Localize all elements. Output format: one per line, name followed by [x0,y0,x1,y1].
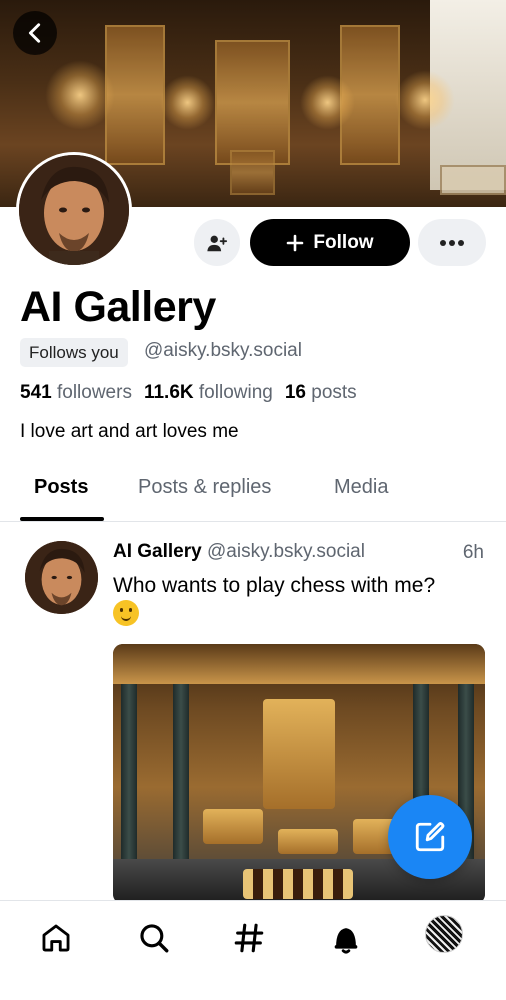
profile-tabs: Posts Posts & replies Media [0,462,506,522]
post-author-handle[interactable]: @aisky.bsky.social [207,541,365,562]
display-name: AI Gallery [20,283,216,331]
posts-count: 16 [284,382,306,403]
post-text: Who wants to play chess with me? [113,574,436,597]
post-author-avatar[interactable] [25,541,98,614]
nav-search[interactable] [134,918,174,958]
posts-label: posts [311,382,357,403]
person-add-icon [207,235,228,251]
bottom-navigation [0,900,506,1000]
chevron-left-icon [28,23,41,43]
smiling-face-emoji-icon [113,600,139,626]
post-header: AI Gallery @aisky.bsky.social [113,541,485,563]
following-stat[interactable]: 11.6K following [144,382,273,403]
back-button[interactable] [13,11,57,55]
profile-stats: 541 followers 11.6K following 16 posts [20,382,357,404]
avatar-portrait [19,155,129,265]
hashtag-icon [234,923,264,953]
nav-profile-avatar[interactable] [425,915,463,953]
profile-avatar[interactable] [16,152,132,268]
tab-media[interactable]: Media [334,476,388,499]
profile-bio: I love art and art loves me [20,421,239,442]
search-icon [140,924,169,953]
following-label: following [198,382,273,403]
home-icon [42,924,70,952]
followers-count: 541 [20,382,52,403]
plus-icon [287,234,304,251]
following-count: 11.6K [143,382,194,403]
active-tab-indicator [20,517,104,521]
posts-stat: 16 posts [285,382,357,403]
tab-posts[interactable]: Posts [34,476,88,499]
followers-label: followers [56,382,132,403]
avatar-portrait [25,541,98,614]
follow-button-label: Follow [313,231,374,253]
nav-notifications[interactable] [326,918,366,958]
notifications-icon [334,928,358,954]
tab-posts-and-replies[interactable]: Posts & replies [138,476,271,499]
post-body: Who wants to play chess with me? [113,571,488,629]
more-options-button[interactable] [418,219,486,266]
nav-feeds[interactable] [229,918,269,958]
profile-handle: @aisky.bsky.social [144,340,302,361]
add-to-list-button[interactable] [194,219,240,266]
post-timestamp[interactable]: 6h [463,542,484,564]
compose-icon [415,822,445,852]
compose-post-button[interactable] [388,795,472,879]
more-horizontal-icon [440,239,464,246]
post-author-name[interactable]: AI Gallery [113,541,202,562]
follow-button[interactable]: Follow [250,219,410,266]
nav-home[interactable] [36,918,76,958]
followers-stat[interactable]: 541 followers [20,382,132,403]
follows-you-badge: Follows you [20,338,128,367]
